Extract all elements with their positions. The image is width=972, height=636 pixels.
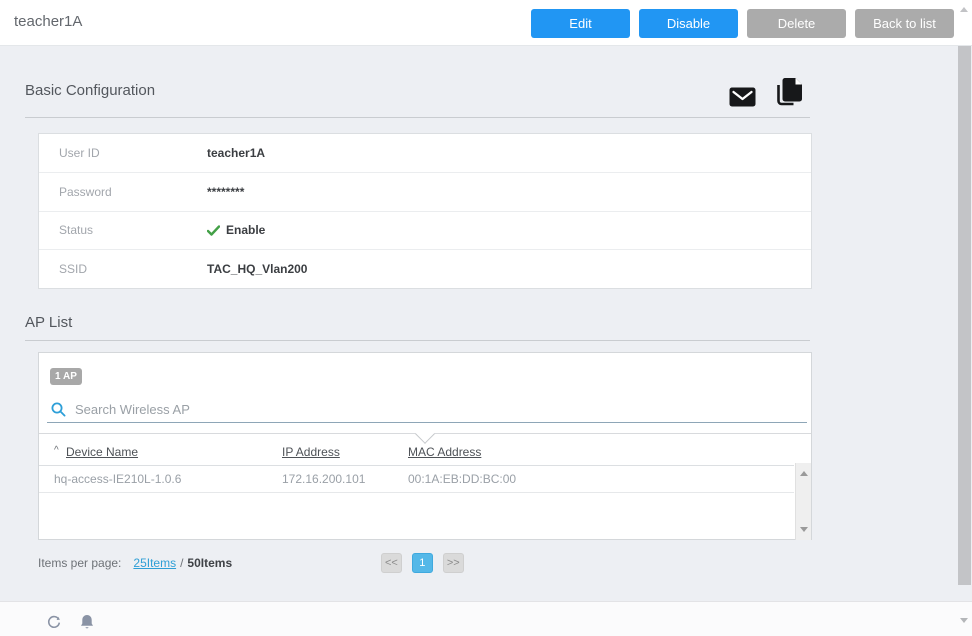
field-value: ********	[207, 185, 244, 199]
basic-configuration-divider	[25, 117, 810, 118]
field-value: teacher1A	[207, 146, 265, 160]
items-separator: /	[180, 556, 183, 570]
ip-address-cell: 172.16.200.101	[282, 472, 365, 486]
column-header-mac-address[interactable]: MAC Address	[408, 445, 481, 459]
scroll-up-icon[interactable]	[960, 7, 968, 12]
section-action-icons	[729, 77, 804, 107]
mail-icon[interactable]	[729, 87, 756, 107]
table-scrollbar[interactable]	[795, 463, 811, 540]
search-input[interactable]	[66, 401, 477, 418]
field-row-user-id: User ID teacher1A	[39, 134, 811, 173]
disable-button[interactable]: Disable	[639, 9, 738, 38]
check-icon	[207, 225, 220, 236]
back-to-list-button[interactable]: Back to list	[855, 9, 954, 38]
scrollbar-thumb[interactable]	[958, 46, 971, 585]
search-bar	[47, 396, 807, 423]
items-50-option[interactable]: 50Items	[187, 556, 232, 570]
refresh-icon[interactable]	[46, 614, 62, 630]
status-value: Enable	[226, 223, 265, 237]
scroll-down-icon[interactable]	[800, 527, 808, 532]
field-value: TAC_HQ_Vlan200	[207, 262, 307, 276]
page-scrollbar[interactable]	[956, 0, 972, 636]
last-page-button[interactable]: >>	[443, 553, 464, 573]
page-title: teacher1A	[14, 13, 82, 30]
pagination: << 1 >>	[381, 553, 464, 573]
field-row-password: Password ********	[39, 173, 811, 212]
basic-configuration-title: Basic Configuration	[25, 82, 155, 99]
table-row[interactable]: hq-access-IE210L-1.0.6 172.16.200.101 00…	[39, 465, 794, 493]
field-row-ssid: SSID TAC_HQ_Vlan200	[39, 250, 811, 288]
field-label: Status	[39, 223, 207, 237]
field-label: SSID	[39, 262, 207, 276]
user-detail-page: teacher1A Edit Disable Delete Back to li…	[0, 0, 972, 636]
action-buttons: Edit Disable Delete Back to list	[531, 9, 954, 38]
items-per-page-label: Items per page:	[38, 556, 121, 570]
items-25-link[interactable]: 25Items	[133, 556, 176, 570]
field-label: Password	[39, 185, 207, 199]
first-page-button[interactable]: <<	[381, 553, 402, 573]
ap-table-header: ^ Device Name IP Address MAC Address	[39, 441, 794, 466]
mac-address-cell: 00:1A:EB:DD:BC:00	[408, 472, 516, 486]
sort-asc-icon: ^	[54, 445, 59, 456]
device-name-cell: hq-access-IE210L-1.0.6	[54, 472, 181, 486]
basic-configuration-card: User ID teacher1A Password ******** Stat…	[38, 133, 812, 289]
delete-button[interactable]: Delete	[747, 9, 846, 38]
top-bar: teacher1A Edit Disable Delete Back to li…	[0, 0, 972, 46]
edit-button[interactable]: Edit	[531, 9, 630, 38]
scroll-up-icon[interactable]	[800, 471, 808, 476]
scroll-down-icon[interactable]	[960, 618, 968, 623]
footer-bar	[0, 601, 972, 636]
ap-list-title: AP List	[25, 314, 72, 331]
field-value: Enable	[207, 223, 265, 237]
ap-list-panel: 1 AP ^ Device Name IP Address MAC Addres…	[38, 352, 812, 540]
search-icon	[47, 402, 66, 417]
copy-icon[interactable]	[776, 77, 804, 107]
column-header-ip-address[interactable]: IP Address	[282, 445, 340, 459]
items-per-page: Items per page: 25Items / 50Items	[38, 556, 232, 570]
column-header-device-name[interactable]: Device Name	[66, 445, 138, 459]
ap-count-badge: 1 AP	[50, 368, 82, 385]
current-page-button[interactable]: 1	[412, 553, 433, 573]
field-row-status: Status Enable	[39, 212, 811, 251]
field-label: User ID	[39, 146, 207, 160]
ap-list-divider	[25, 340, 810, 341]
bell-icon[interactable]	[80, 614, 94, 631]
